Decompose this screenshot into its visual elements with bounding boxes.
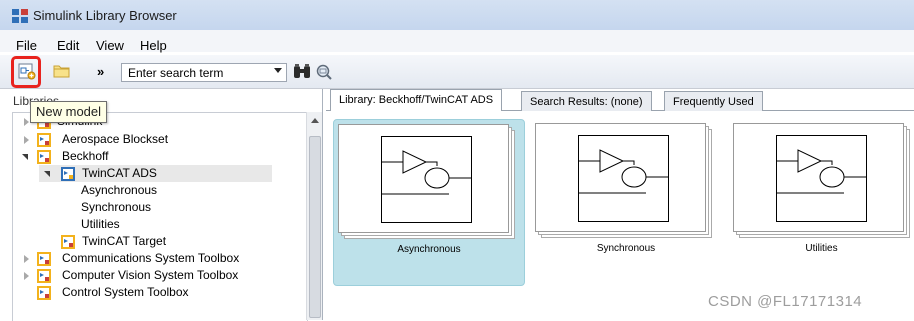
tree-item-label: TwinCAT ADS bbox=[82, 166, 157, 180]
library-icon bbox=[61, 167, 75, 181]
tree-item-label: Computer Vision System Toolbox bbox=[62, 268, 239, 282]
scrollbar-thumb[interactable] bbox=[309, 136, 321, 318]
tree-item-synchronous[interactable]: Synchronous bbox=[81, 199, 151, 216]
menu-bar bbox=[0, 30, 914, 52]
search-combo[interactable] bbox=[121, 63, 287, 82]
tree-item-label: Communications System Toolbox bbox=[62, 251, 240, 265]
expand-icon[interactable] bbox=[24, 136, 29, 144]
title-bar: Simulink Library Browser bbox=[0, 0, 914, 30]
library-icon bbox=[37, 150, 51, 164]
search-options-icon[interactable] bbox=[315, 63, 333, 81]
menu-help[interactable]: Help bbox=[140, 38, 167, 53]
tab-frequently-used[interactable]: Frequently Used bbox=[664, 91, 763, 111]
tab-library[interactable]: Library: Beckhoff/TwinCAT ADS bbox=[330, 89, 503, 111]
tooltip: New model bbox=[30, 101, 108, 123]
tree-item-label: Beckhoff bbox=[62, 149, 109, 163]
block-thumbnail bbox=[535, 123, 712, 238]
tree-item-aerospace-blockset[interactable]: Aerospace Blockset bbox=[13, 131, 305, 148]
collapse-icon[interactable] bbox=[44, 171, 50, 177]
library-icon bbox=[37, 286, 51, 300]
binoculars-icon[interactable] bbox=[292, 63, 312, 80]
menu-file[interactable]: File bbox=[16, 38, 37, 53]
collapse-icon[interactable] bbox=[22, 154, 28, 160]
tab-search-results[interactable]: Search Results: (none) bbox=[521, 91, 652, 111]
library-icon bbox=[37, 252, 51, 266]
simulink-app-icon bbox=[12, 9, 28, 23]
search-input[interactable] bbox=[122, 64, 266, 81]
library-tree: Simulink Aerospace Blockset Beckhoff Twi… bbox=[12, 112, 308, 321]
block-label: Asynchronous bbox=[397, 244, 461, 255]
block-card-asynchronous[interactable]: Asynchronous bbox=[333, 119, 525, 286]
expand-icon[interactable] bbox=[24, 118, 29, 126]
tree-item-label: Utilities bbox=[81, 217, 120, 231]
tree-item-control-system-toolbox[interactable]: Control System Toolbox bbox=[13, 284, 305, 301]
tree-item-communications-system-toolbox[interactable]: Communications System Toolbox bbox=[13, 250, 305, 267]
tree-item-twincat-ads[interactable]: TwinCAT ADS bbox=[39, 165, 272, 182]
block-label: Synchronous bbox=[596, 243, 656, 254]
expand-icon[interactable] bbox=[24, 255, 29, 263]
menu-view[interactable]: View bbox=[96, 38, 124, 53]
tree-item-label: TwinCAT Target bbox=[82, 234, 167, 248]
library-icon bbox=[61, 235, 75, 249]
window-title: Simulink Library Browser bbox=[33, 8, 177, 23]
tree-item-label: Control System Toolbox bbox=[62, 285, 189, 299]
library-icon bbox=[37, 269, 51, 283]
tree-item-computer-vision-system-toolbox[interactable]: Computer Vision System Toolbox bbox=[13, 267, 305, 284]
block-thumbnail bbox=[338, 124, 515, 239]
tree-item-beckhoff[interactable]: Beckhoff bbox=[13, 148, 305, 165]
folder-icon[interactable] bbox=[53, 63, 71, 79]
tree-item-utilities[interactable]: Utilities bbox=[81, 216, 120, 233]
new-model-icon[interactable] bbox=[18, 63, 36, 80]
toolbar-overflow[interactable]: » bbox=[97, 64, 104, 79]
tree-scrollbar[interactable] bbox=[306, 112, 322, 320]
library-icon bbox=[37, 133, 51, 147]
scroll-up-icon[interactable] bbox=[311, 118, 319, 123]
tree-item-label: Aerospace Blockset bbox=[62, 132, 169, 146]
tree-item-twincat-target[interactable]: TwinCAT Target bbox=[61, 233, 261, 250]
tree-item-label: Asynchronous bbox=[81, 183, 158, 197]
chevron-down-icon[interactable] bbox=[274, 68, 282, 73]
menu-edit[interactable]: Edit bbox=[57, 38, 79, 53]
expand-icon[interactable] bbox=[24, 272, 29, 280]
block-label: Utilities bbox=[805, 243, 838, 254]
block-card-utilities[interactable]: Utilities bbox=[729, 119, 914, 284]
block-card-synchronous[interactable]: Synchronous bbox=[531, 119, 721, 284]
tree-item-label: Synchronous bbox=[81, 200, 152, 214]
block-thumbnail bbox=[733, 123, 910, 238]
tree-item-asynchronous[interactable]: Asynchronous bbox=[81, 182, 157, 199]
watermark: CSDN @FL17171314 bbox=[708, 293, 863, 310]
